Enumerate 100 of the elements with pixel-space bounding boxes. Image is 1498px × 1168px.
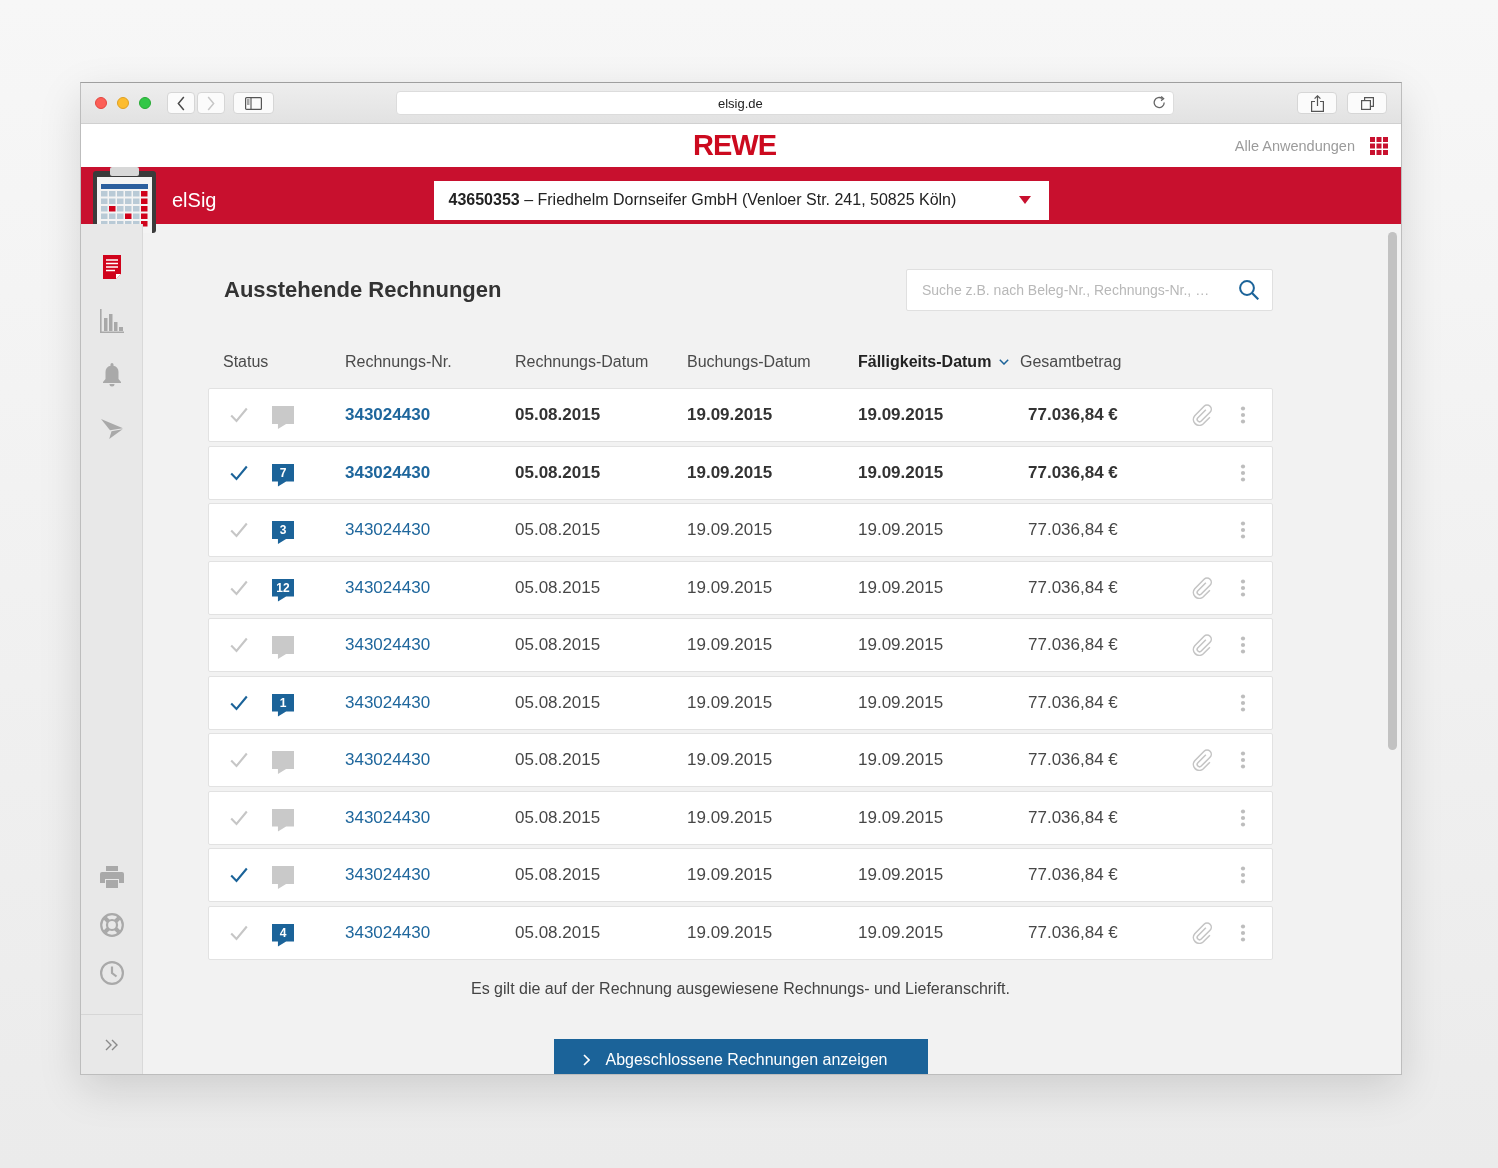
total-amount: 77.036,84 €: [1028, 922, 1118, 942]
dropdown-triangle-icon: [1018, 196, 1031, 204]
column-header[interactable]: Rechnungs-Nr.: [345, 353, 452, 371]
invoice-number-link[interactable]: 343024430: [345, 750, 431, 769]
invoice-number-link[interactable]: 343024430: [345, 922, 431, 942]
more-options-icon[interactable]: [1240, 406, 1246, 424]
back-button[interactable]: [167, 92, 195, 114]
invoice-number-link[interactable]: 343024430: [345, 405, 431, 424]
due-date: 19.09.2015: [858, 865, 944, 884]
share-icon: [1310, 94, 1324, 112]
more-options-icon[interactable]: [1240, 463, 1246, 482]
invoice-number-link[interactable]: 343024430: [345, 865, 431, 884]
due-date: 19.09.2015: [858, 405, 944, 424]
share-button[interactable]: [1297, 92, 1337, 114]
double-chevron-icon[interactable]: [105, 1038, 118, 1051]
booking-date: 19.09.2015: [687, 807, 773, 827]
comment-count-badge[interactable]: 7: [272, 463, 294, 487]
invoice-date: 05.08.2015: [515, 922, 601, 942]
invoice-date: 05.08.2015: [515, 807, 601, 827]
due-date: 19.09.2015: [858, 807, 944, 827]
total-amount: 77.036,84 €: [1028, 520, 1118, 539]
total-amount: 77.036,84 €: [1028, 577, 1118, 597]
comment-icon[interactable]: [272, 866, 294, 889]
document-icon[interactable]: [102, 255, 121, 279]
comment-count-badge[interactable]: 12: [272, 578, 294, 602]
invoice-date: 05.08.2015: [515, 405, 601, 424]
more-options-icon[interactable]: [1240, 923, 1246, 942]
sort-chevron-icon: [999, 359, 1010, 365]
booking-date: 19.09.2015: [687, 635, 773, 654]
due-date: 19.09.2015: [858, 462, 944, 482]
comment-count-badge[interactable]: 1: [272, 693, 294, 717]
search-field[interactable]: Suche z.B. nach Beleg-Nr., Rechnungs-Nr., …: [906, 269, 1273, 311]
more-options-icon[interactable]: [1240, 578, 1246, 597]
more-options-icon[interactable]: [1240, 693, 1246, 712]
invoice-number-link[interactable]: 343024430: [345, 520, 431, 539]
invoice-number-link[interactable]: 343024430: [345, 635, 431, 654]
zoom-button[interactable]: [139, 97, 151, 109]
reload-icon[interactable]: [1153, 96, 1166, 110]
total-amount: 77.036,84 €: [1028, 692, 1118, 712]
total-amount: 77.036,84 €: [1028, 807, 1118, 827]
total-amount: 77.036,84 €: [1028, 405, 1118, 424]
comment-icon[interactable]: [272, 808, 294, 832]
column-header[interactable]: Buchungs-Datum: [687, 353, 811, 371]
due-date: 19.09.2015: [858, 922, 944, 942]
more-options-icon[interactable]: [1240, 808, 1246, 827]
invoice-number-link[interactable]: 343024430: [345, 577, 431, 597]
total-amount: 77.036,84 €: [1028, 865, 1118, 884]
more-options-icon[interactable]: [1240, 751, 1246, 769]
invoice-number-link[interactable]: 343024430: [345, 807, 431, 827]
comment-icon[interactable]: [272, 406, 294, 429]
column-header[interactable]: Gesamtbetrag: [1020, 353, 1122, 371]
page-title: Ausstehende Rechnungen: [224, 277, 502, 303]
invoice-date: 05.08.2015: [515, 462, 601, 482]
column-header[interactable]: Status: [223, 353, 269, 371]
close-button[interactable]: [95, 97, 107, 109]
paperclip-icon[interactable]: [1191, 634, 1213, 656]
booking-date: 19.09.2015: [687, 577, 773, 597]
paperclip-icon[interactable]: [1191, 749, 1213, 771]
minimize-button[interactable]: [117, 97, 129, 109]
printer-icon[interactable]: [99, 866, 124, 888]
booking-date: 19.09.2015: [687, 405, 773, 424]
invoice-date: 05.08.2015: [515, 692, 601, 712]
tabs-button[interactable]: [1347, 92, 1387, 114]
chevron-right-icon: [207, 95, 215, 111]
address-bar[interactable]: elsig.de: [396, 91, 1174, 115]
search-icon[interactable]: [1239, 280, 1259, 300]
paperclip-icon[interactable]: [1191, 921, 1213, 944]
due-date: 19.09.2015: [858, 520, 944, 539]
booking-date: 19.09.2015: [687, 922, 773, 942]
more-options-icon[interactable]: [1240, 866, 1246, 884]
invoice-number-link[interactable]: 343024430: [345, 462, 431, 482]
column-header[interactable]: Rechnungs-Datum: [515, 353, 649, 371]
lifebuoy-icon[interactable]: [99, 913, 124, 937]
app-name: elSig: [172, 188, 217, 212]
scrollbar-thumb[interactable]: [1388, 232, 1397, 750]
tabs-icon: [1360, 96, 1374, 110]
comment-icon[interactable]: [272, 751, 294, 774]
clock-icon[interactable]: [99, 961, 124, 985]
bar-chart-icon[interactable]: [99, 309, 124, 333]
account-dropdown[interactable]: 43650353 – Friedhelm Dornseifer GmbH (Venloer Str. 241, 50825 Köln): [433, 180, 1049, 220]
sidebar-toggle-button[interactable]: [233, 92, 274, 114]
total-amount: 77.036,84 €: [1028, 462, 1118, 482]
paperclip-icon[interactable]: [1191, 404, 1213, 426]
bell-icon[interactable]: [101, 363, 122, 387]
more-options-icon[interactable]: [1240, 521, 1246, 539]
show-closed-invoices-button[interactable]: Abgeschlossene Rechnungen anzeigen: [553, 1038, 928, 1074]
chevron-left-icon: [177, 95, 185, 111]
more-options-icon[interactable]: [1240, 636, 1246, 654]
app-grid-icon[interactable]: [1370, 136, 1388, 155]
due-date: 19.09.2015: [858, 635, 944, 654]
invoice-number-link[interactable]: 343024430: [345, 692, 431, 712]
comment-count-badge[interactable]: 3: [272, 521, 294, 544]
comment-icon[interactable]: [272, 636, 294, 659]
paperclip-icon[interactable]: [1191, 576, 1213, 599]
paper-plane-icon[interactable]: [100, 419, 123, 439]
booking-date: 19.09.2015: [687, 462, 773, 482]
column-header[interactable]: Fälligkeits-Datum: [858, 353, 1010, 371]
rewe-logo: REWE: [693, 131, 776, 160]
comment-count-badge[interactable]: 4: [272, 923, 294, 947]
due-date: 19.09.2015: [858, 750, 944, 769]
